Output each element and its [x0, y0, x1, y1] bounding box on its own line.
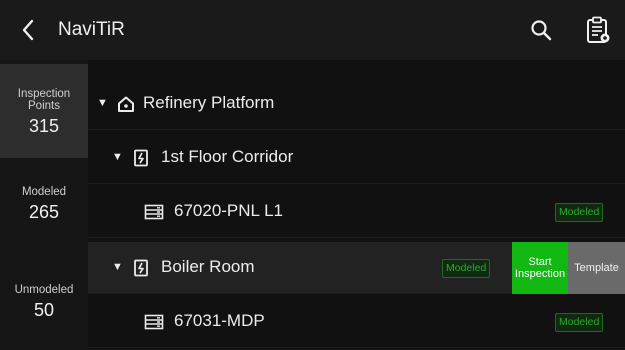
expand-caret-icon[interactable]: ▼ [112, 261, 123, 273]
stats-sidebar: Inspection Points 315 Modeled 265 Unmode… [0, 60, 88, 350]
expand-caret-icon[interactable]: ▼ [97, 97, 108, 109]
stat-label: Points [28, 100, 60, 112]
chevron-left-icon [22, 19, 34, 41]
tree-row-label: 67031-MDP [174, 311, 265, 330]
electrical-panel-icon [131, 258, 151, 278]
server-icon [144, 312, 164, 332]
stat-label: Unmodeled [14, 284, 74, 296]
back-button[interactable] [14, 16, 42, 44]
start-inspection-button[interactable]: Start Inspection [512, 242, 568, 294]
home-icon [116, 94, 136, 114]
start-inspection-line1: Start [528, 256, 552, 268]
stat-inspection-points[interactable]: Inspection Points 315 [0, 64, 88, 158]
search-button[interactable] [527, 16, 555, 44]
search-icon [531, 20, 552, 41]
server-icon [144, 202, 164, 222]
expand-caret-icon[interactable]: ▼ [112, 151, 123, 163]
modeled-badge: Modeled [555, 313, 604, 332]
app-title: NaviTiR [58, 19, 125, 40]
start-inspection-line2: Inspection [514, 268, 566, 280]
stat-value: 50 [33, 300, 55, 320]
tree-row-label: 1st Floor Corridor [161, 147, 294, 166]
app-bar: NaviTiR [0, 0, 625, 60]
electrical-panel-icon [131, 148, 151, 168]
stat-value: 265 [28, 202, 60, 222]
tree-row-67020-pnl-l1[interactable]: 67020-PNL L1 Modeled [88, 186, 625, 238]
template-button[interactable]: Template [568, 242, 625, 294]
clipboard-settings-icon [587, 16, 610, 43]
stat-modeled[interactable]: Modeled 265 [0, 186, 88, 246]
tree-row-boiler-room[interactable]: ▼ Boiler Room Modeled Start Inspection T… [88, 242, 625, 294]
tree-row-67031-mdp[interactable]: 67031-MDP Modeled [88, 296, 625, 348]
stat-unmodeled[interactable]: Unmodeled 50 [0, 284, 88, 344]
stat-label: Modeled [21, 186, 67, 198]
tree-row-label: Boiler Room [161, 257, 255, 276]
location-tree: ▼ Refinery Platform ▼ 1st Floor Corridor [88, 60, 625, 350]
tree-row-label: 67020-PNL L1 [174, 201, 284, 220]
tree-row-refinery-platform[interactable]: ▼ Refinery Platform [88, 78, 625, 130]
stat-label: Inspection [17, 88, 71, 100]
modeled-badge: Modeled [555, 203, 604, 222]
modeled-badge: Modeled [442, 259, 491, 278]
tree-row-1st-floor-corridor[interactable]: ▼ 1st Floor Corridor [88, 132, 625, 184]
tree-row-label: Refinery Platform [143, 93, 275, 112]
stat-value: 315 [28, 116, 60, 136]
report-button[interactable] [583, 14, 613, 46]
